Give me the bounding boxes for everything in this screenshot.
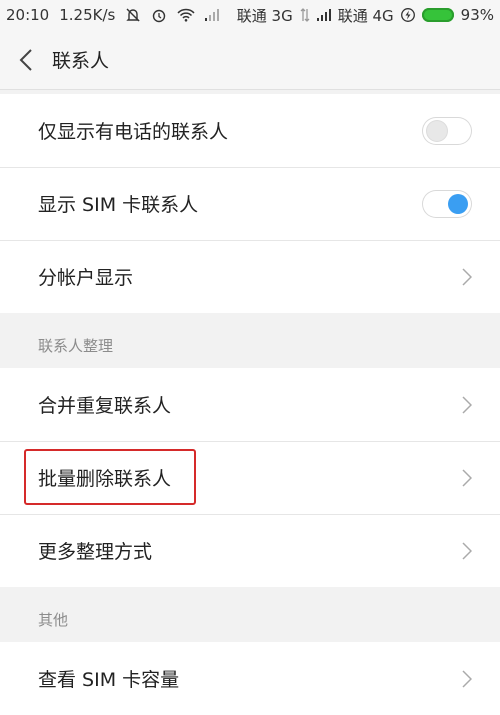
signal-icon <box>316 9 331 21</box>
mute-icon <box>125 7 141 23</box>
chevron-right-icon <box>462 267 472 286</box>
chevron-right-icon <box>462 541 472 560</box>
merge-duplicates-row[interactable]: 合并重复联系人 <box>0 368 500 441</box>
chevron-right-icon <box>462 468 472 487</box>
display-settings-section: 仅显示有电话的联系人 显示 SIM 卡联系人 分帐户显示 <box>0 94 500 313</box>
wifi-icon <box>177 8 195 22</box>
show-sim-contacts-row[interactable]: 显示 SIM 卡联系人 <box>0 167 500 240</box>
status-bar: 20:10 1.25K/s 联通 3G 联通 4G 93% <box>0 0 500 30</box>
status-time: 20:10 <box>6 6 50 24</box>
show-sim-contacts-toggle[interactable] <box>422 189 472 218</box>
charging-icon <box>400 8 415 22</box>
highlight-annotation-box <box>24 449 196 505</box>
row-label: 查看 SIM 卡容量 <box>38 669 180 691</box>
other-section: 查看 SIM 卡容量 <box>0 642 500 715</box>
title-bar: 联系人 <box>0 30 500 90</box>
data-icon <box>300 8 310 22</box>
battery-percent: 93% <box>460 6 494 24</box>
chevron-right-icon <box>462 395 472 414</box>
network-speed: 1.25K/s <box>59 6 116 24</box>
more-organize-row[interactable]: 更多整理方式 <box>0 514 500 587</box>
only-with-phone-row[interactable]: 仅显示有电话的联系人 <box>0 94 500 167</box>
section-header-organize: 联系人整理 <box>38 337 114 355</box>
carrier-1: 联通 3G <box>236 6 293 25</box>
row-label: 分帐户显示 <box>38 267 134 289</box>
sim-capacity-row[interactable]: 查看 SIM 卡容量 <box>0 642 500 715</box>
row-label: 更多整理方式 <box>38 541 153 563</box>
back-button[interactable] <box>0 30 52 90</box>
section-header-other: 其他 <box>38 611 69 629</box>
carrier-2: 联通 4G <box>337 6 394 25</box>
chevron-right-icon <box>462 669 472 688</box>
row-label: 合并重复联系人 <box>38 395 172 417</box>
only-with-phone-toggle[interactable] <box>422 116 472 145</box>
page-title: 联系人 <box>52 50 110 72</box>
signal-icon <box>205 9 220 21</box>
chevron-left-icon <box>19 48 32 71</box>
display-by-account-row[interactable]: 分帐户显示 <box>0 240 500 313</box>
battery-icon <box>421 8 454 22</box>
alarm-icon <box>151 7 167 23</box>
